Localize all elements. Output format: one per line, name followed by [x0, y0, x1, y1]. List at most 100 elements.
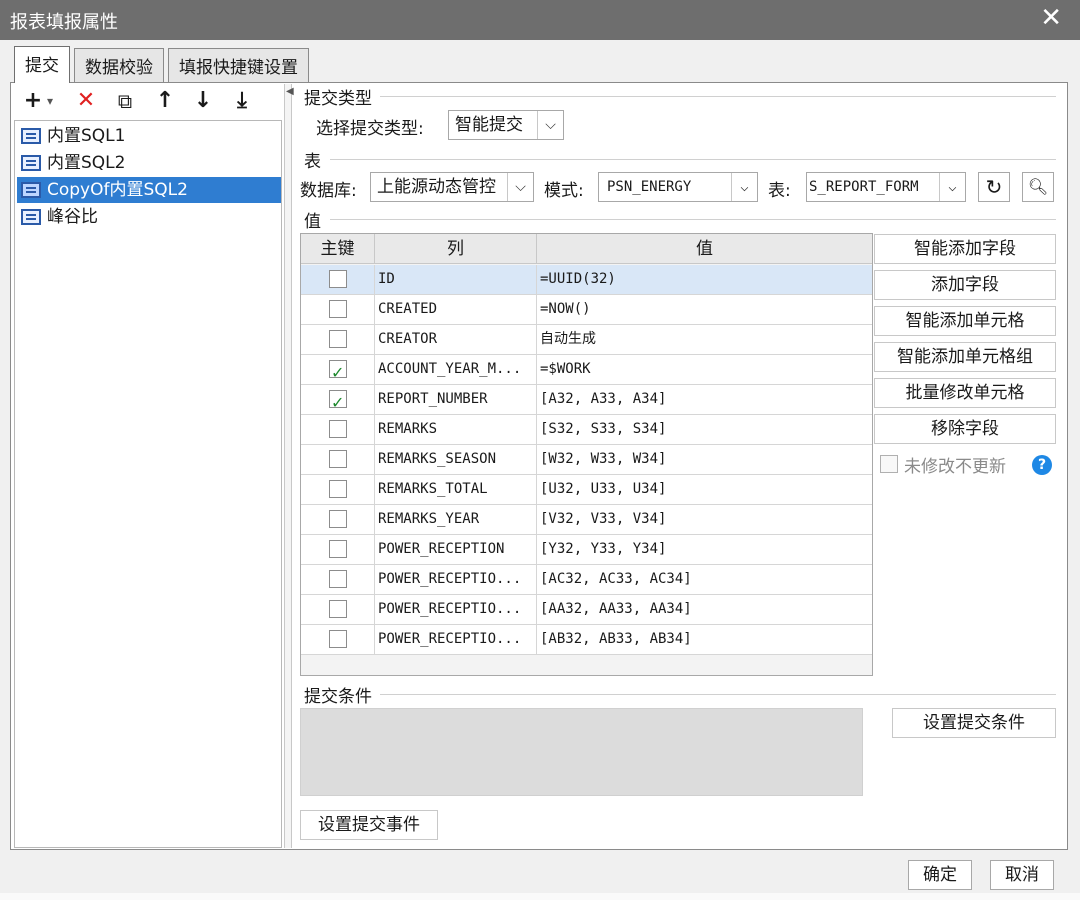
primary-key-checkbox[interactable]: [329, 420, 347, 438]
primary-key-checkbox[interactable]: [329, 358, 347, 384]
primary-key-checkbox[interactable]: [329, 388, 347, 414]
submit-type-select[interactable]: 智能提交 ⌵: [448, 110, 564, 140]
primary-key-checkbox[interactable]: [329, 270, 347, 288]
primary-key-checkbox[interactable]: [329, 480, 347, 498]
primary-key-cell: [301, 475, 375, 504]
value-cell[interactable]: [S32, S33, S34]: [537, 415, 872, 444]
value-cell[interactable]: 自动生成: [537, 325, 872, 354]
close-icon[interactable]: ✕: [1040, 4, 1062, 32]
move-up-icon[interactable]: ↑: [154, 86, 176, 116]
schema-select[interactable]: PSN_ENERGY ⌵: [598, 172, 758, 202]
primary-key-checkbox[interactable]: [329, 300, 347, 318]
column-name-cell[interactable]: CREATED: [375, 295, 537, 324]
chevron-down-icon: ⌵: [731, 173, 757, 201]
column-name-cell[interactable]: CREATOR: [375, 325, 537, 354]
tab-data-validation[interactable]: 数据校验: [74, 48, 164, 82]
set-submit-event-button[interactable]: 设置提交事件: [300, 810, 438, 840]
table-row[interactable]: ID =UUID(32): [301, 265, 872, 295]
value-cell[interactable]: [U32, U33, U34]: [537, 475, 872, 504]
condition-area[interactable]: [300, 708, 863, 796]
column-name-cell[interactable]: REMARKS_YEAR: [375, 505, 537, 534]
primary-key-checkbox[interactable]: [329, 450, 347, 468]
splitter[interactable]: [284, 84, 292, 848]
column-name-cell[interactable]: ACCOUNT_YEAR_M...: [375, 355, 537, 384]
tree-item[interactable]: 峰谷比: [17, 204, 281, 230]
help-icon[interactable]: ?: [1032, 455, 1052, 475]
tree-toolbar: + ▾ ✕ ⧉ ↑ ↓ ⤓: [14, 86, 282, 118]
no-update-unmodified-checkbox[interactable]: [880, 455, 898, 473]
column-name-cell[interactable]: POWER_RECEPTIO...: [375, 595, 537, 624]
header-column[interactable]: 列: [375, 234, 537, 264]
submit-type-section-label: 提交类型: [304, 89, 372, 109]
table-row[interactable]: REMARKS_SEASON [W32, W33, W34]: [301, 445, 872, 475]
column-name-cell[interactable]: POWER_RECEPTIO...: [375, 565, 537, 594]
database-select[interactable]: 上能源动态管控 ⌵: [370, 172, 534, 202]
primary-key-checkbox[interactable]: [329, 330, 347, 348]
value-cell[interactable]: =UUID(32): [537, 265, 872, 294]
column-name-cell[interactable]: REMARKS: [375, 415, 537, 444]
primary-key-checkbox[interactable]: [329, 570, 347, 588]
move-down-icon[interactable]: ↓: [192, 86, 214, 116]
primary-key-checkbox[interactable]: [329, 630, 347, 648]
copy-icon[interactable]: ⧉: [112, 86, 138, 116]
primary-key-cell: [301, 625, 375, 654]
ok-button[interactable]: 确定: [908, 860, 972, 890]
table-row[interactable]: REMARKS [S32, S33, S34]: [301, 415, 872, 445]
value-cell[interactable]: [AA32, AA33, AA34]: [537, 595, 872, 624]
table-icon: [21, 155, 41, 171]
value-cell[interactable]: [A32, A33, A34]: [537, 385, 872, 414]
table-row[interactable]: CREATED =NOW(): [301, 295, 872, 325]
column-name-cell[interactable]: REPORT_NUMBER: [375, 385, 537, 414]
remove-field-button[interactable]: 移除字段: [874, 414, 1056, 444]
primary-key-checkbox[interactable]: [329, 600, 347, 618]
value-cell[interactable]: =NOW(): [537, 295, 872, 324]
value-cell[interactable]: [W32, W33, W34]: [537, 445, 872, 474]
column-name-cell[interactable]: POWER_RECEPTION: [375, 535, 537, 564]
set-condition-button[interactable]: 设置提交条件: [892, 708, 1056, 738]
column-name-cell[interactable]: POWER_RECEPTIO...: [375, 625, 537, 654]
table-row[interactable]: CREATOR 自动生成: [301, 325, 872, 355]
primary-key-checkbox[interactable]: [329, 510, 347, 528]
header-value[interactable]: 值: [537, 234, 872, 264]
header-primary-key[interactable]: 主键: [301, 234, 375, 264]
smart-add-field-button[interactable]: 智能添加字段: [874, 234, 1056, 264]
table-row[interactable]: REPORT_NUMBER[A32, A33, A34]: [301, 385, 872, 415]
tab-submit[interactable]: 提交: [14, 46, 70, 83]
collapse-left-icon[interactable]: ◀: [286, 86, 294, 97]
batch-modify-cell-button[interactable]: 批量修改单元格: [874, 378, 1056, 408]
smart-add-cell-group-button[interactable]: 智能添加单元格组: [874, 342, 1056, 372]
divider: [380, 96, 1056, 97]
table-row[interactable]: REMARKS_TOTAL [U32, U33, U34]: [301, 475, 872, 505]
divider: [330, 159, 1056, 160]
column-name-cell[interactable]: REMARKS_TOTAL: [375, 475, 537, 504]
table-row[interactable]: POWER_RECEPTIO... [AB32, AB33, AB34]: [301, 625, 872, 655]
primary-key-checkbox[interactable]: [329, 540, 347, 558]
column-name-cell[interactable]: ID: [375, 265, 537, 294]
cancel-button[interactable]: 取消: [990, 860, 1054, 890]
smart-add-cell-button[interactable]: 智能添加单元格: [874, 306, 1056, 336]
table-row[interactable]: POWER_RECEPTIO... [AC32, AC33, AC34]: [301, 565, 872, 595]
add-icon[interactable]: +: [22, 86, 44, 116]
column-name-cell[interactable]: REMARKS_SEASON: [375, 445, 537, 474]
delete-icon[interactable]: ✕: [74, 86, 98, 116]
value-cell[interactable]: =$WORK: [537, 355, 872, 384]
table-row[interactable]: POWER_RECEPTION [Y32, Y33, Y34]: [301, 535, 872, 565]
refresh-icon[interactable]: ↻: [978, 172, 1010, 202]
add-dropdown-icon[interactable]: ▾: [44, 86, 56, 116]
value-cell[interactable]: [AB32, AB33, AB34]: [537, 625, 872, 654]
move-bottom-icon[interactable]: ⤓: [228, 86, 256, 116]
value-cell[interactable]: [Y32, Y33, Y34]: [537, 535, 872, 564]
table-row[interactable]: REMARKS_YEAR [V32, V33, V34]: [301, 505, 872, 535]
tree-item[interactable]: 内置SQL1: [17, 123, 281, 149]
add-field-button[interactable]: 添加字段: [874, 270, 1056, 300]
table-select[interactable]: S_REPORT_FORM ⌵: [806, 172, 966, 202]
table-row[interactable]: ACCOUNT_YEAR_M...=$WORK: [301, 355, 872, 385]
value-cell[interactable]: [V32, V33, V34]: [537, 505, 872, 534]
tree-item-selected[interactable]: CopyOf内置SQL2: [17, 177, 281, 203]
tree-item-label: 峰谷比: [47, 207, 98, 227]
value-cell[interactable]: [AC32, AC33, AC34]: [537, 565, 872, 594]
tab-shortcut-settings[interactable]: 填报快捷键设置: [168, 48, 309, 82]
table-row[interactable]: POWER_RECEPTIO... [AA32, AA33, AA34]: [301, 595, 872, 625]
preview-table-icon[interactable]: 🔍︎: [1022, 172, 1054, 202]
tree-item[interactable]: 内置SQL2: [17, 150, 281, 176]
